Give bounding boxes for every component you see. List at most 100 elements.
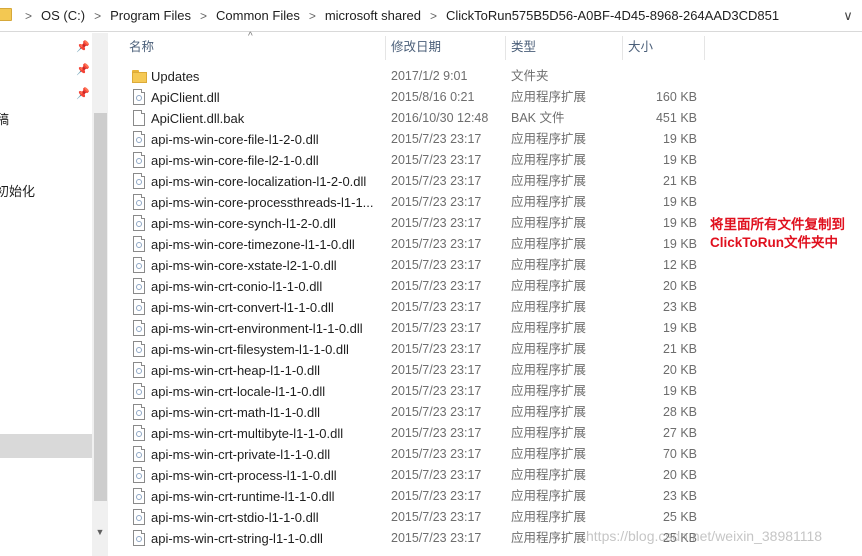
file-date: 2015/7/23 23:17 [391, 279, 482, 293]
file-row[interactable]: api-ms-win-core-synch-l1-2-0.dll 2015/7/2… [108, 213, 708, 234]
file-row[interactable]: api-ms-win-crt-conio-l1-1-0.dll 2015/7/23… [108, 276, 708, 297]
dll-file-icon [133, 362, 145, 378]
file-type: 应用程序扩展 [511, 258, 587, 272]
file-date: 2015/7/23 23:17 [391, 342, 482, 356]
file-name: api-ms-win-core-file-l1-2-0.dll [151, 132, 319, 147]
file-type: 应用程序扩展 [511, 342, 587, 356]
annotation-note: 将里面所有文件复制到 ClickToRun文件夹中 [710, 216, 845, 252]
breadcrumb-separator-icon[interactable]: > [16, 9, 41, 23]
column-header-name[interactable]: 名称 [123, 33, 385, 61]
file-size: 19 KB [662, 384, 697, 398]
file-explorer-window: > OS (C:) > Program Files > Common Files > micr… [0, 0, 862, 556]
file-size: 12 KB [662, 258, 697, 272]
file-type: 应用程序扩展 [511, 153, 587, 167]
file-name: api-ms-win-core-xstate-l2-1-0.dll [151, 258, 337, 273]
chevron-down-icon[interactable]: ∨ [834, 0, 862, 31]
file-row[interactable]: api-ms-win-crt-multibyte-l1-1-0.dll 2015/… [108, 423, 708, 444]
file-row[interactable]: ApiClient.dll.bak 2016/10/30 12:48 BAK 文件 4… [108, 108, 708, 129]
file-row[interactable]: api-ms-win-crt-environment-l1-1-0.dll 201… [108, 318, 708, 339]
file-type: 应用程序扩展 [511, 468, 587, 482]
nav-item-label[interactable]: 初始化 [0, 181, 35, 200]
annotation-line: ClickToRun文件夹中 [710, 235, 838, 250]
file-name: api-ms-win-crt-convert-l1-1-0.dll [151, 300, 334, 315]
breadcrumb-item[interactable]: ClickToRun575B5D56-A0BF-4D45-8968-264AAD… [446, 8, 779, 23]
folder-icon [0, 8, 12, 21]
breadcrumb-separator-icon[interactable]: > [300, 9, 325, 23]
nav-scrollbar-thumb[interactable] [94, 113, 107, 501]
dll-file-icon [133, 404, 145, 420]
file-row[interactable]: api-ms-win-crt-heap-l1-1-0.dll 2015/7/23 … [108, 360, 708, 381]
dll-file-icon [133, 89, 145, 105]
file-type: 应用程序扩展 [511, 174, 587, 188]
file-row[interactable]: api-ms-win-crt-math-l1-1-0.dll 2015/7/23 … [108, 402, 708, 423]
file-size: 19 KB [662, 237, 697, 251]
file-date: 2015/7/23 23:17 [391, 384, 482, 398]
nav-item-selected[interactable] [0, 434, 92, 458]
file-row[interactable]: api-ms-win-crt-runtime-l1-1-0.dll 2015/7/… [108, 486, 708, 507]
file-size: 27 KB [662, 426, 697, 440]
scroll-down-arrow-icon[interactable]: ▼ [92, 525, 108, 539]
file-row[interactable]: api-ms-win-crt-private-l1-1-0.dll 2015/7/… [108, 444, 708, 465]
file-type: 应用程序扩展 [511, 426, 587, 440]
file-date: 2015/7/23 23:17 [391, 216, 482, 230]
file-name: api-ms-win-crt-filesystem-l1-1-0.dll [151, 342, 349, 357]
file-row[interactable]: api-ms-win-core-processthreads-l1-1... 20… [108, 192, 708, 213]
file-row[interactable]: api-ms-win-crt-filesystem-l1-1-0.dll 2015… [108, 339, 708, 360]
file-size: 25 KB [662, 510, 697, 524]
file-type: 应用程序扩展 [511, 132, 587, 146]
breadcrumb-separator-icon[interactable]: > [191, 9, 216, 23]
breadcrumb-separator-icon[interactable]: > [85, 9, 110, 23]
dll-file-icon [133, 278, 145, 294]
file-size: 19 KB [662, 132, 697, 146]
breadcrumb-separator-icon[interactable]: > [421, 9, 446, 23]
file-row[interactable]: api-ms-win-core-file-l2-1-0.dll 2015/7/23… [108, 150, 708, 171]
file-row[interactable]: api-ms-win-core-xstate-l2-1-0.dll 2015/7/… [108, 255, 708, 276]
file-size: 451 KB [655, 111, 697, 125]
file-row[interactable]: api-ms-win-crt-process-l1-1-0.dll 2015/7/… [108, 465, 708, 486]
column-header-date[interactable]: 修改日期 [385, 33, 505, 61]
file-size: 23 KB [662, 489, 697, 503]
breadcrumb-item[interactable]: OS (C:) [41, 8, 85, 23]
file-row[interactable]: api-ms-win-core-file-l1-2-0.dll 2015/7/23… [108, 129, 708, 150]
file-row[interactable]: api-ms-win-crt-convert-l1-1-0.dll 2015/7/… [108, 297, 708, 318]
nav-item-label[interactable]: 稿 [0, 109, 9, 128]
breadcrumb-item[interactable]: microsoft shared [325, 8, 421, 23]
pin-icon[interactable]: 📌 [76, 41, 90, 53]
file-size: 19 KB [662, 321, 697, 335]
file-row[interactable]: Updates 2017/1/2 9:01 文件夹 [108, 66, 708, 87]
column-divider[interactable] [704, 36, 705, 60]
file-size: 160 KB [655, 90, 697, 104]
file-name: api-ms-win-crt-string-l1-1-0.dll [151, 531, 323, 546]
dll-file-icon [133, 320, 145, 336]
file-name: api-ms-win-core-localization-l1-2-0.dll [151, 174, 367, 189]
file-type: 应用程序扩展 [511, 279, 587, 293]
file-type: 应用程序扩展 [511, 489, 587, 503]
file-row[interactable]: api-ms-win-crt-stdio-l1-1-0.dll 2015/7/23… [108, 507, 708, 528]
dll-file-icon [133, 341, 145, 357]
file-date: 2015/7/23 23:17 [391, 237, 482, 251]
file-row[interactable]: api-ms-win-core-timezone-l1-1-0.dll 2015/… [108, 234, 708, 255]
sort-ascending-icon: ^ [248, 31, 253, 42]
dll-file-icon [133, 194, 145, 210]
file-date: 2015/7/23 23:17 [391, 531, 482, 545]
pin-icon[interactable]: 📌 [76, 64, 90, 76]
address-bar[interactable]: > OS (C:) > Program Files > Common Files > micr… [0, 0, 862, 32]
file-name: ApiClient.dll.bak [151, 111, 245, 126]
column-header-size[interactable]: 大小 [622, 33, 704, 61]
column-header-type[interactable]: 类型 [505, 33, 622, 61]
file-type: 应用程序扩展 [511, 510, 587, 524]
breadcrumb-item[interactable]: Common Files [216, 8, 300, 23]
breadcrumb-item[interactable]: Program Files [110, 8, 191, 23]
folder-icon [132, 70, 147, 83]
file-row[interactable]: ApiClient.dll 2015/8/16 0:21 应用程序扩展 160 KB [108, 87, 708, 108]
file-type: 应用程序扩展 [511, 195, 587, 209]
file-name: api-ms-win-core-timezone-l1-1-0.dll [151, 237, 355, 252]
file-name: api-ms-win-core-processthreads-l1-1... [151, 195, 374, 210]
pin-icon[interactable]: 📌 [76, 88, 90, 100]
file-size: 21 KB [662, 342, 697, 356]
file-list: Updates 2017/1/2 9:01 文件夹 ApiClient.dll 2015… [108, 66, 708, 549]
file-size: 28 KB [662, 405, 697, 419]
file-row[interactable]: api-ms-win-core-localization-l1-2-0.dll 2… [108, 171, 708, 192]
file-date: 2015/8/16 0:21 [391, 90, 475, 104]
file-row[interactable]: api-ms-win-crt-locale-l1-1-0.dll 2015/7/2… [108, 381, 708, 402]
